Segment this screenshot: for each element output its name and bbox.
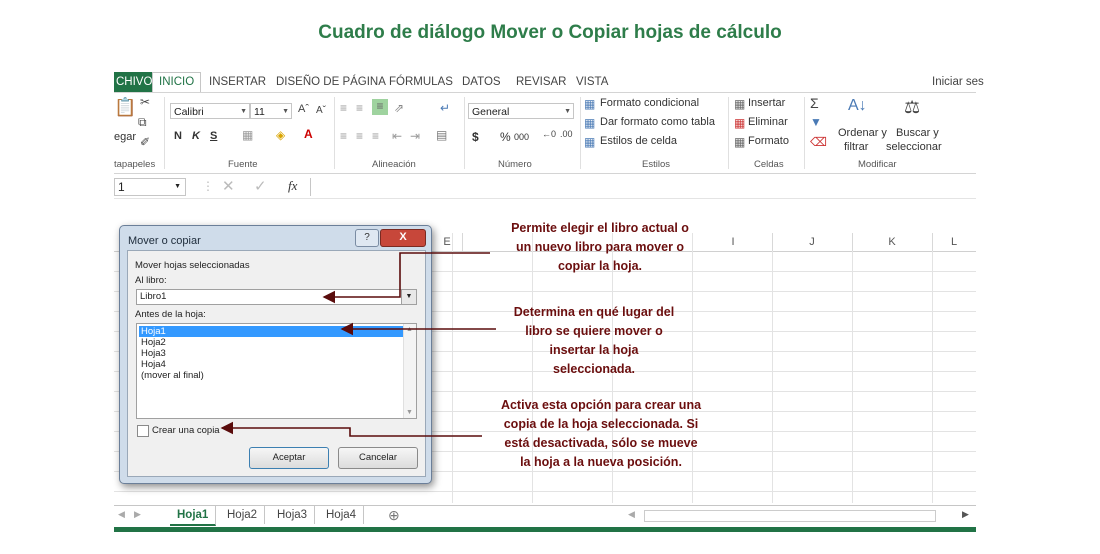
arrow-to-copy-checkbox [220,421,482,437]
arrow-to-book-select [322,252,490,304]
callout-arrows [220,252,496,437]
